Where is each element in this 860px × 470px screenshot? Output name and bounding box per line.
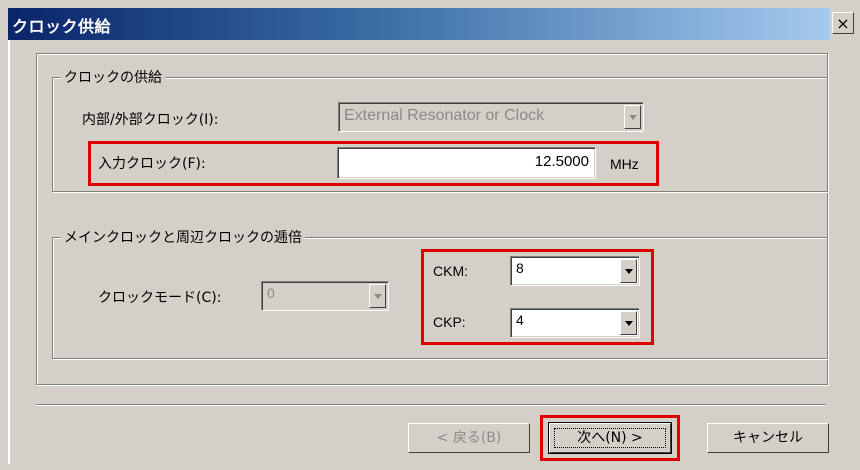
window-title: クロック供給	[12, 17, 112, 36]
back-button[interactable]: < 戻る(B)	[408, 423, 530, 453]
close-icon: ×	[836, 14, 850, 33]
next-button-highlight	[540, 415, 680, 461]
chevron-down-icon	[628, 115, 637, 120]
internal-external-label: 内部/外部クロック(I):	[82, 112, 219, 128]
clock-mode-label: クロックモード(C):	[98, 290, 222, 306]
title-bar-background: クロック供給	[8, 8, 830, 40]
clock-supply-dialog: クロック供給 × クロックの供給 内部/外部クロック(I): External …	[0, 0, 860, 470]
clock-mode-value: 0	[267, 285, 275, 301]
title-bar: クロック供給 ×	[8, 8, 854, 40]
input-clock-highlight	[88, 141, 659, 186]
internal-external-combo[interactable]: External Resonator or Clock	[338, 102, 644, 132]
multiplier-group-title: メインクロックと周辺クロックの逓倍	[61, 227, 305, 247]
cancel-button[interactable]: キャンセル	[707, 423, 829, 453]
button-separator	[36, 404, 826, 405]
internal-external-dropdown-button[interactable]	[624, 105, 641, 129]
clock-mode-combo[interactable]: 0	[261, 281, 389, 311]
multiplier-highlight	[421, 249, 654, 345]
clock-mode-dropdown-button[interactable]	[369, 284, 386, 308]
dialog-edge	[8, 40, 10, 464]
close-button[interactable]: ×	[832, 12, 854, 34]
internal-external-value: External Resonator or Clock	[344, 107, 545, 124]
dialog-body: クロックの供給 内部/外部クロック(I): External Resonator…	[8, 40, 854, 464]
clock-supply-group-title: クロックの供給	[61, 67, 165, 87]
chevron-down-icon	[373, 294, 382, 299]
